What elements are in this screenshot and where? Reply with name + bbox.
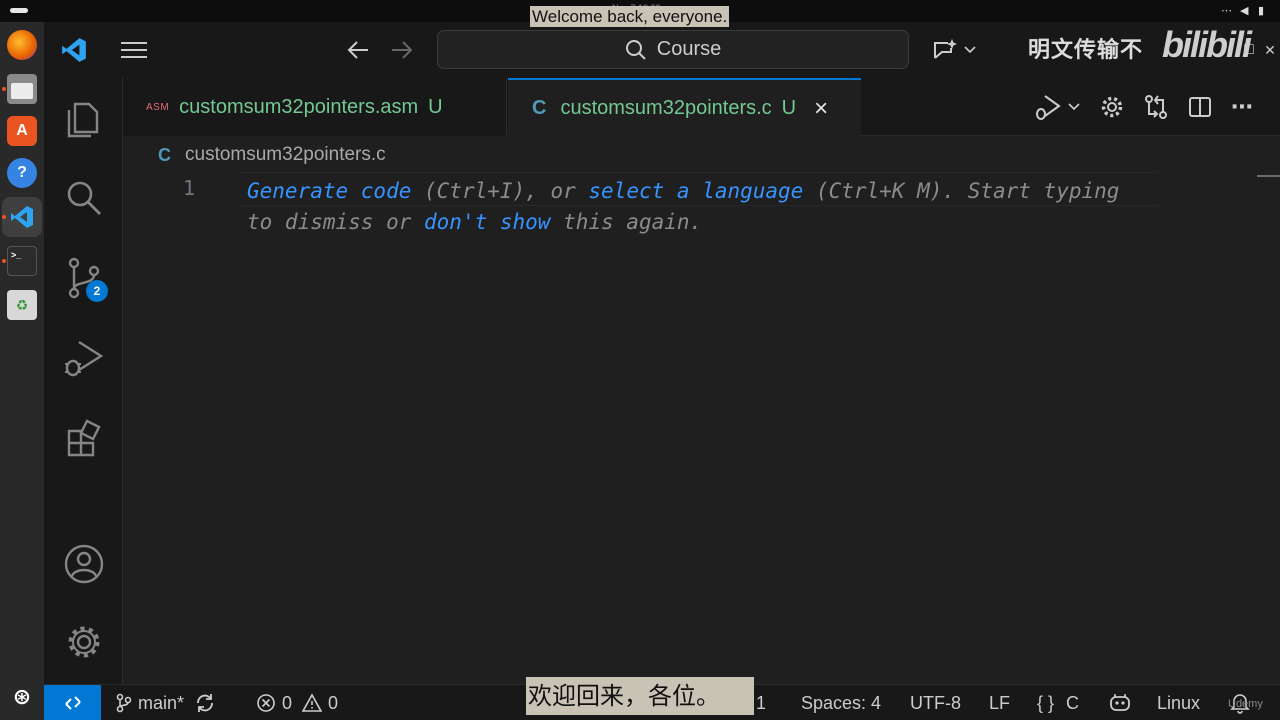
udemy-watermark: Udemy [1228,698,1263,710]
bilibili-watermark-logo: bilibili [1162,24,1252,65]
branch-name: main* [138,692,185,713]
encoding-status[interactable]: UTF-8 [910,685,961,720]
remote-indicator-icon[interactable] [44,685,101,720]
branch-status[interactable]: main* [116,685,216,720]
network-icon[interactable]: ⋯ [1221,4,1232,18]
vscode-logo-icon [58,34,90,66]
select-language-link[interactable]: select a language [588,179,803,203]
firefox-icon[interactable] [7,30,37,60]
braces-icon: { } [1037,692,1055,713]
running-indicator [2,215,6,219]
app-center-icon[interactable]: A [7,116,37,146]
compare-changes-icon[interactable] [1141,90,1171,124]
dont-show-link[interactable]: don't show [424,210,550,234]
language-name: C [1066,692,1080,713]
copilot-status-icon[interactable] [1108,685,1132,720]
language-mode[interactable]: { } C [1037,685,1079,720]
tab-c-file[interactable]: C customsum32pointers.c U × [508,78,861,137]
warning-count: 0 [328,692,339,713]
warning-icon [302,693,323,712]
split-editor-icon[interactable] [1185,90,1215,124]
error-icon [257,694,275,712]
help-icon[interactable]: ? [7,158,37,188]
menu-icon[interactable] [118,36,150,64]
tab-label: customsum32pointers.c [560,97,772,119]
close-tab-icon[interactable]: × [814,95,828,123]
sync-icon[interactable] [194,692,216,714]
activities-indicator[interactable] [10,8,28,13]
run-debug-icon[interactable] [63,336,105,378]
line-number: 1 [183,176,196,200]
ubuntu-dock: A ? >_ ♻ ⊛ [0,22,44,720]
battery-icon[interactable]: ▮ [1258,4,1264,18]
tab-asm-file[interactable]: ASM customsum32pointers.asm U [123,78,507,136]
platform-status[interactable]: Linux [1157,685,1200,720]
window-maximize-icon[interactable]: □ [1241,36,1257,64]
problems-status[interactable]: 0 0 [256,685,338,720]
generate-code-link[interactable]: Generate code [247,179,411,203]
breadcrumb-file[interactable]: customsum32pointers.c [185,144,386,166]
overview-ruler-mark [1257,175,1280,177]
hint-text: this again. [550,210,703,234]
ubuntu-icon[interactable]: ⊛ [7,682,37,712]
volume-icon[interactable]: ◀ [1240,4,1248,18]
video-subtitle-chinese: 欢迎回来，各位。 [526,677,754,715]
search-icon [625,39,646,60]
search-icon[interactable] [63,177,105,219]
source-control-badge: 2 [86,280,108,302]
code-editor[interactable]: 1 Generate code (Ctrl+I), or select a la… [123,170,1280,684]
forward-arrow-icon[interactable] [388,36,416,64]
files-icon[interactable] [7,74,37,104]
watermark-text: 明文传输不 [1028,37,1144,62]
breadcrumb[interactable]: C customsum32pointers.c [158,142,386,168]
settings-gear-icon[interactable] [1097,90,1127,124]
video-subtitle-english: Welcome back, everyone. [530,6,730,27]
explorer-icon[interactable] [63,97,105,139]
vscode-title-bar: Course 明文传输不 bilibili □ ✕ [44,22,1280,78]
untracked-status: U [428,95,443,118]
back-arrow-icon[interactable] [344,36,372,64]
c-file-icon: C [158,144,171,165]
c-file-icon: C [532,97,547,119]
vscode-icon[interactable] [7,202,37,232]
running-indicator [2,259,6,263]
editor-tab-bar: ASM customsum32pointers.asm U C customsu… [123,78,1280,137]
empty-editor-hint: Generate code (Ctrl+I), or select a lang… [247,176,1147,238]
indentation-status[interactable]: Spaces: 4 [801,685,881,720]
command-center-search[interactable]: Course [437,30,909,69]
activity-bar: 2 [44,78,123,684]
untracked-status: U [781,97,797,119]
tab-label: customsum32pointers.asm [179,95,419,118]
extensions-icon[interactable] [63,417,105,459]
error-count: 0 [282,692,293,713]
branch-icon [116,693,132,713]
manage-gear-icon[interactable] [63,621,105,663]
window-close-icon[interactable]: ✕ [1262,36,1278,64]
asm-file-icon: ASM [146,101,170,113]
copilot-menu-icon[interactable] [928,36,980,64]
eol-status[interactable]: LF [989,685,1010,720]
more-actions-icon[interactable]: ⋯ [1227,90,1257,124]
terminal-icon[interactable]: >_ [7,246,37,276]
hint-text: (Ctrl+I), or [411,179,589,203]
run-debug-dropdown-icon[interactable] [1029,90,1085,124]
account-icon[interactable] [63,543,105,585]
running-indicator [2,87,6,91]
trash-icon[interactable]: ♻ [7,290,37,320]
search-text: Course [656,38,722,60]
